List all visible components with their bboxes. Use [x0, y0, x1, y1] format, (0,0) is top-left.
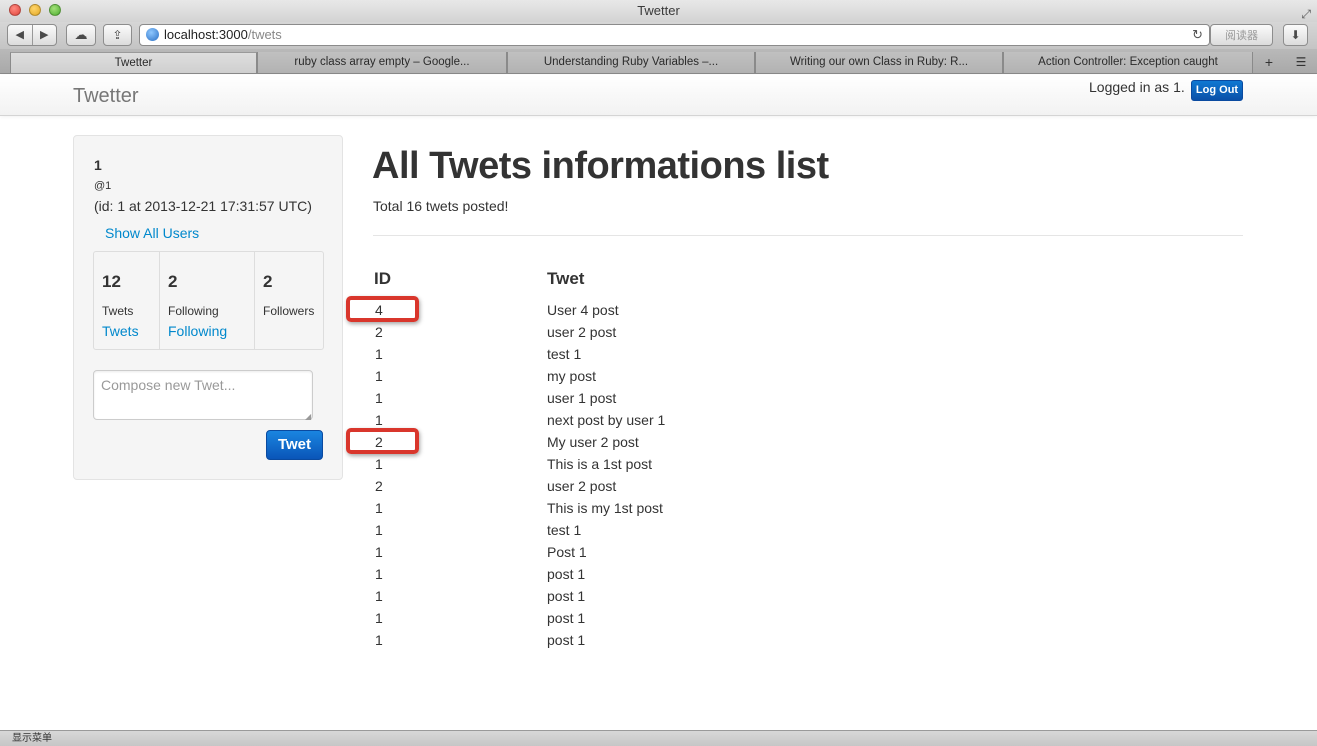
table-row: 1 This is a 1st post [0, 453, 1317, 475]
cell-twet: This is my 1st post [547, 500, 663, 516]
tab-action-controller[interactable]: Action Controller: Exception caught [1003, 52, 1253, 73]
tab-twetter[interactable]: Twetter [10, 52, 257, 73]
page-title: All Twets informations list [372, 145, 829, 187]
cell-twet: post 1 [547, 632, 586, 648]
table-row: 1 post 1 [0, 563, 1317, 585]
user-name: 1 [94, 157, 102, 173]
tab-bar: Twetter ruby class array empty – Google.… [0, 49, 1317, 74]
cell-twet: post 1 [547, 588, 586, 604]
cell-twet: User 4 post [547, 302, 619, 318]
user-handle: @1 [94, 180, 112, 192]
cell-id: 1 [375, 566, 383, 582]
table-row: 1 This is my 1st post [0, 497, 1317, 519]
cell-id: 1 [375, 500, 383, 516]
cell-twet: user 1 post [547, 390, 617, 406]
table-row: 1 post 1 [0, 607, 1317, 629]
tab-list-icon[interactable]: ☰ [1289, 52, 1313, 73]
column-header-twet: Twet [547, 269, 585, 288]
cell-id: 1 [375, 544, 383, 560]
stat-count: 2 [168, 272, 178, 291]
cell-twet: user 2 post [547, 324, 617, 340]
globe-icon [146, 28, 159, 41]
highlight-annotation-box [346, 428, 419, 454]
cell-id: 1 [375, 346, 383, 362]
cell-twet: Post 1 [547, 544, 587, 560]
app-navbar: Twetter Logged in as 1. Log Out [0, 75, 1317, 116]
cell-id: 1 [375, 522, 383, 538]
table-row: 1 post 1 [0, 585, 1317, 607]
cell-id: 1 [375, 456, 383, 472]
table-row: 4 User 4 post [0, 296, 1317, 322]
window-titlebar: Twetter ⤢ [0, 0, 1317, 22]
address-bar[interactable]: localhost:3000/twets ↻ [139, 24, 1210, 46]
brand-link[interactable]: Twetter [73, 85, 139, 108]
table-row: 1 test 1 [0, 343, 1317, 365]
url-host: localhost:3000 [164, 27, 248, 42]
minimize-window-icon[interactable] [29, 4, 41, 16]
cell-twet: user 2 post [547, 478, 617, 494]
back-forward-group: ◀ ▶ [7, 24, 57, 46]
cloud-icon: ☁ [74, 27, 88, 42]
total-twets-text: Total 16 twets posted! [373, 198, 509, 214]
logged-in-text: Logged in as 1. [1089, 79, 1185, 95]
divider [373, 235, 1243, 236]
close-window-icon[interactable] [9, 4, 21, 16]
stat-count: 12 [102, 272, 121, 291]
download-icon: ⬇ [1290, 28, 1301, 42]
cell-id: 2 [375, 478, 383, 494]
cell-id: 2 [375, 324, 383, 340]
cell-twet: This is a 1st post [547, 456, 653, 472]
cell-id: 1 [375, 632, 383, 648]
tab-ruby-class-array[interactable]: ruby class array empty – Google... [257, 52, 507, 73]
share-icon: ⇪ [112, 28, 123, 42]
table-row: 1 post 1 [0, 629, 1317, 651]
downloads-button[interactable]: ⬇ [1283, 24, 1308, 46]
column-header-id: ID [374, 269, 391, 288]
logout-button[interactable]: Log Out [1191, 80, 1243, 101]
cell-twet: test 1 [547, 346, 582, 362]
show-all-users-link[interactable]: Show All Users [105, 225, 199, 241]
window-title: Twetter [637, 3, 680, 18]
forward-button[interactable]: ▶ [33, 25, 57, 45]
highlight-annotation-box [346, 296, 419, 322]
cell-twet: post 1 [547, 566, 586, 582]
tab-writing-class[interactable]: Writing our own Class in Ruby: R... [755, 52, 1003, 73]
cell-twet: test 1 [547, 522, 582, 538]
user-joined-info: (id: 1 at 2013-12-21 17:31:57 UTC) [94, 198, 312, 214]
table-row: 1 Post 1 [0, 541, 1317, 563]
url-path: /twets [247, 27, 282, 42]
table-row: 2 My user 2 post [0, 428, 1317, 454]
cell-twet: my post [547, 368, 597, 384]
cell-twet: next post by user 1 [547, 412, 666, 428]
reader-button[interactable]: 阅读器 [1210, 24, 1273, 46]
table-row: 1 user 1 post [0, 387, 1317, 409]
table-row: 1 my post [0, 365, 1317, 387]
zoom-window-icon[interactable] [49, 4, 61, 16]
status-bar: 显示菜单 [0, 730, 1317, 746]
cell-id: 1 [375, 390, 383, 406]
table-row: 2 user 2 post [0, 321, 1317, 343]
stat-count: 2 [263, 272, 273, 291]
table-row: 2 user 2 post [0, 475, 1317, 497]
table-row: 1 next post by user 1 [0, 409, 1317, 431]
cell-twet: My user 2 post [547, 434, 639, 450]
back-button[interactable]: ◀ [8, 25, 33, 45]
cell-id: 1 [375, 610, 383, 626]
cell-twet: post 1 [547, 610, 586, 626]
icloud-tabs-button[interactable]: ☁ [66, 24, 96, 46]
share-button[interactable]: ⇪ [103, 24, 132, 46]
new-tab-icon[interactable]: + [1257, 52, 1281, 73]
browser-toolbar: ◀ ▶ ☁ ⇪ localhost:3000/twets ↻ 阅读器 ⬇ [0, 22, 1317, 49]
tab-ruby-variables[interactable]: Understanding Ruby Variables –... [507, 52, 755, 73]
cell-id: 1 [375, 588, 383, 604]
cell-id: 1 [375, 368, 383, 384]
reload-icon[interactable]: ↻ [1192, 25, 1203, 45]
table-row: 1 test 1 [0, 519, 1317, 541]
